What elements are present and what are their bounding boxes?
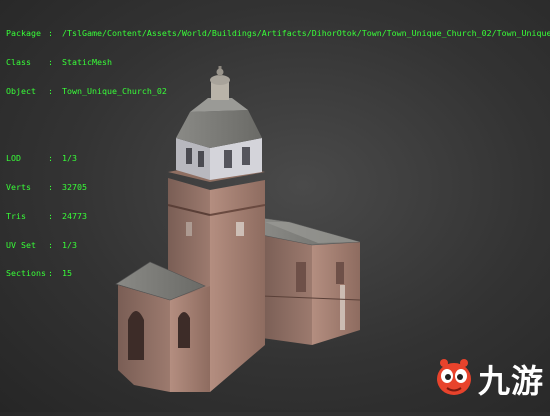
stat-row-tris: Tris:24773 [6, 210, 550, 222]
stat-row-lod: LOD:1/3 [6, 154, 550, 164]
stat-key: Verts [6, 182, 31, 193]
info-row-object: Object: Town_Unique_Church_02 [6, 85, 550, 97]
stat-value: 1/3 [62, 153, 77, 164]
stat-separator: : [48, 210, 53, 221]
info-row-package: Package: /TslGame/Content/Assets/World/Bu… [6, 29, 550, 39]
mesh-stats: LOD:1/3 Verts:32705 Tris:24773 UV Set:1/… [6, 135, 550, 298]
info-value: /TslGame/Content/Assets/World/Buildings/… [62, 28, 550, 39]
stat-value: 24773 [62, 210, 87, 221]
logo-text: 九游 [478, 362, 545, 400]
stat-separator: : [48, 182, 53, 193]
stat-separator: : [48, 153, 53, 164]
stat-key: Sections [6, 268, 46, 279]
info-value: StaticMesh [62, 56, 112, 67]
stat-value: 32705 [62, 182, 87, 193]
stat-value: 15 [62, 268, 72, 279]
info-separator: : [48, 56, 53, 67]
stat-row-uv-set: UV Set:1/3 [6, 239, 550, 251]
info-separator: : [48, 28, 53, 39]
mascot-icon [437, 359, 471, 395]
info-row-class: Class: StaticMesh [6, 56, 550, 68]
info-key: Object [6, 85, 36, 96]
stat-key: Tris [6, 210, 26, 221]
stat-separator: : [48, 239, 53, 250]
mesh-info-panel: Package: /TslGame/Content/Assets/World/Bu… [6, 10, 550, 308]
info-value: Town_Unique_Church_02 [62, 85, 167, 96]
info-key: Package [6, 28, 41, 39]
stat-row-sections: Sections:15 [6, 269, 550, 279]
watermark-logo: 九游 [432, 354, 544, 400]
stat-value: 1/3 [62, 239, 77, 250]
stat-row-verts: Verts:32705 [6, 182, 550, 193]
info-key: Class [6, 56, 31, 67]
info-separator: : [48, 85, 53, 96]
stat-key: UV Set [6, 239, 36, 250]
stat-key: LOD [6, 153, 21, 164]
stat-separator: : [48, 268, 53, 279]
